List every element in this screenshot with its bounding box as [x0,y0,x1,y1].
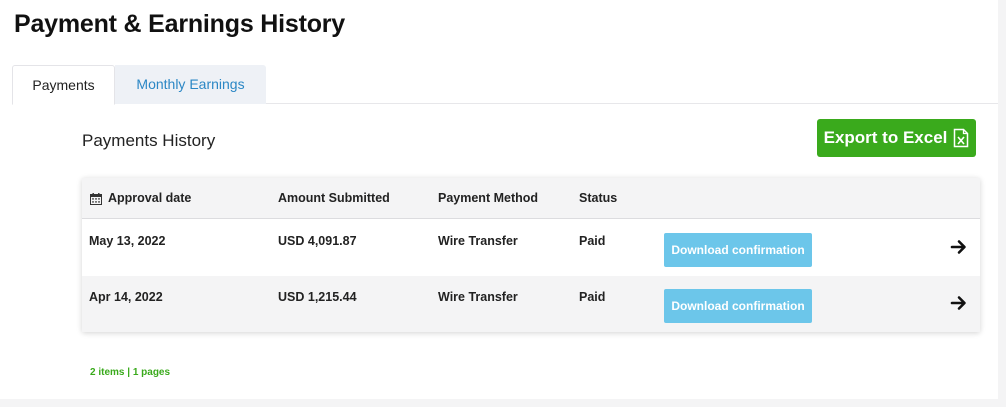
header-status[interactable]: Status [579,178,617,219]
tab-monthly-earnings[interactable]: Monthly Earnings [115,65,266,104]
table-row: May 13, 2022 USD 4,091.87 Wire Transfer … [82,220,980,276]
cell-approval-date: May 13, 2022 [89,234,166,248]
page-title: Payment & Earnings History [14,10,346,38]
calendar-icon [90,192,102,205]
tab-payments[interactable]: Payments [12,65,115,105]
table-header: Approval date Amount Submitted Payment M… [82,178,980,219]
pagination-summary: 2 items | 1 pages [90,367,171,378]
header-approval-date[interactable]: Approval date [90,178,191,219]
header-amount-submitted[interactable]: Amount Submitted [278,178,390,219]
cell-amount: USD 4,091.87 [278,234,357,248]
cell-amount: USD 1,215.44 [278,290,357,304]
export-button-label: Export to Excel [823,128,948,147]
cell-status: Paid [579,290,606,304]
header-approval-date-label: Approval date [108,191,192,205]
tab-bar: Payments Monthly Earnings [12,65,998,105]
header-payment-method[interactable]: Payment Method [438,178,538,219]
arrow-right-icon[interactable] [950,294,968,312]
cell-status: Paid [579,234,606,248]
page-card: Payment & Earnings History Payments Mont… [0,0,998,399]
excel-file-icon [954,128,969,148]
cell-approval-date: Apr 14, 2022 [89,290,163,304]
download-confirmation-button[interactable]: Download confirmation [664,289,812,323]
export-to-excel-button[interactable]: Export to Excel [817,119,976,157]
download-confirmation-button[interactable]: Download confirmation [664,233,812,267]
section-title: Payments History [82,131,216,150]
table-row: Apr 14, 2022 USD 1,215.44 Wire Transfer … [82,276,980,332]
cell-payment-method: Wire Transfer [438,234,518,248]
cell-payment-method: Wire Transfer [438,290,518,304]
payments-table: Approval date Amount Submitted Payment M… [82,178,980,332]
arrow-right-icon[interactable] [950,238,968,256]
